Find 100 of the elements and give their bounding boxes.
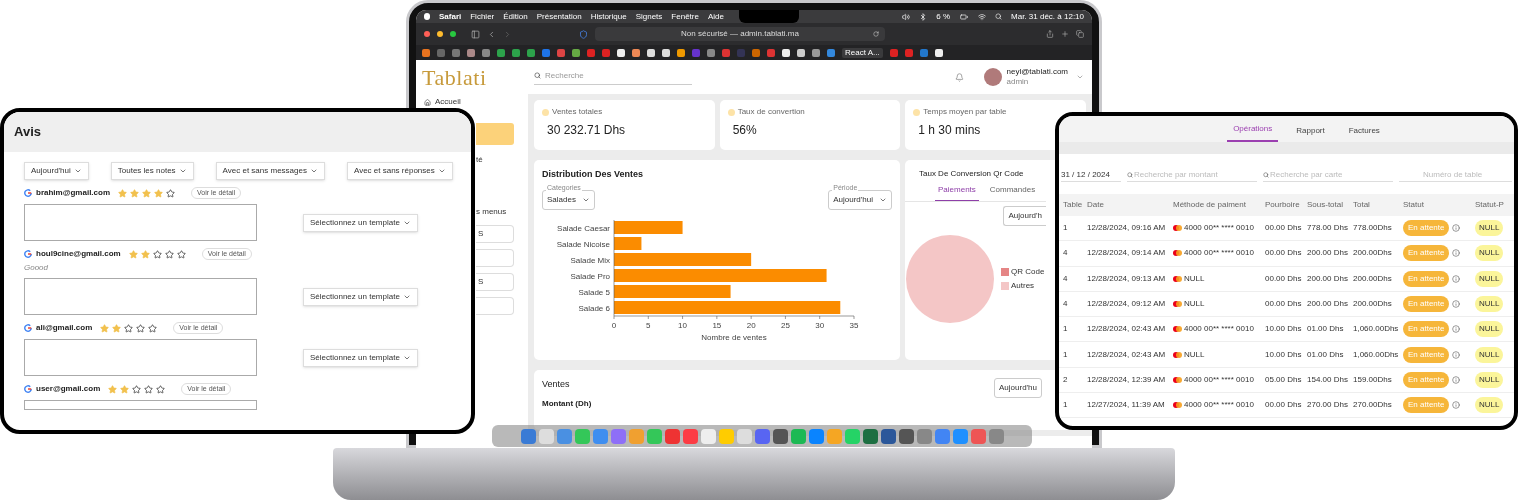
- stat-icon: [727, 108, 735, 116]
- table-cell-text: 200.00 Dhs: [1307, 247, 1349, 260]
- filter-select[interactable]: Aujourd'hui: [24, 162, 89, 180]
- battery-icon[interactable]: [959, 12, 970, 21]
- legend-swatch: [1001, 282, 1009, 290]
- share-icon[interactable]: [1046, 30, 1054, 38]
- template-select[interactable]: Sélectionnez un template: [303, 287, 418, 306]
- stat-icon: [913, 108, 921, 116]
- info-icon[interactable]: [1452, 224, 1461, 233]
- card-brand-icon: [1173, 225, 1182, 232]
- tabs-overview-icon[interactable]: [1076, 30, 1084, 38]
- reply-textarea[interactable]: [24, 400, 257, 410]
- payment-status-badge: NULL: [1475, 220, 1504, 237]
- star-icon: [166, 188, 176, 198]
- bookmark-tab[interactable]: React A...: [842, 47, 883, 58]
- info-icon[interactable]: [1452, 325, 1461, 334]
- column-header: Table: [1063, 199, 1084, 211]
- template-select[interactable]: Sélectionnez un template: [303, 213, 418, 232]
- tab[interactable]: Commandes: [986, 184, 1039, 201]
- bluetooth-icon[interactable]: [919, 12, 928, 21]
- card-brand-icon: [1173, 376, 1182, 383]
- reply-textarea[interactable]: [24, 204, 257, 241]
- filter-select[interactable]: Avec et sans réponses: [346, 162, 453, 180]
- filter-select[interactable]: Avec et sans messages: [215, 162, 325, 180]
- card-brand-icon: [1173, 402, 1182, 409]
- close-window-button[interactable]: [424, 31, 430, 37]
- search-icon[interactable]: [995, 13, 1003, 20]
- clock: Mar. 31 déc. à 12:10: [1011, 12, 1084, 21]
- column-header: Date: [1087, 199, 1105, 211]
- menu-item[interactable]: Aide: [707, 12, 724, 21]
- status-badge: En attente: [1403, 296, 1450, 313]
- info-icon[interactable]: [1452, 274, 1461, 283]
- template-select[interactable]: Sélectionnez un template: [303, 348, 418, 367]
- table-cell-text: 200.00Dhs: [1353, 272, 1393, 285]
- info-icon[interactable]: [1452, 350, 1461, 359]
- info-icon[interactable]: [1452, 300, 1461, 309]
- privacy-icon[interactable]: [579, 29, 588, 39]
- chevron-down-icon[interactable]: [1076, 73, 1084, 81]
- menu-item[interactable]: Présentation: [536, 12, 582, 21]
- reply-textarea[interactable]: [24, 278, 257, 315]
- table-cell-text: 12/28/2024, 09:12 AM: [1087, 298, 1167, 311]
- table-cell-text: 05.00 Dhs: [1265, 373, 1303, 386]
- table-cell-text: 10.00 Dhs: [1265, 323, 1303, 336]
- period-select[interactable]: Aujourd'h: [1003, 206, 1046, 226]
- star-icon: [108, 384, 118, 394]
- star-icon: [120, 384, 130, 394]
- date-field[interactable]: 31 / 12 / 2024: [1061, 169, 1121, 182]
- apple-icon[interactable]: [424, 13, 430, 20]
- user-avatar[interactable]: [983, 68, 1002, 86]
- payment-status-badge: NULL: [1475, 296, 1504, 313]
- table-cell-text: 2: [1063, 373, 1069, 386]
- table-cell-text: 4: [1063, 247, 1069, 260]
- menu-item[interactable]: Fichier: [470, 12, 495, 21]
- table-cell-text: 200.00Dhs: [1353, 247, 1393, 260]
- axis-label: Salade Pro: [570, 271, 610, 281]
- maximize-window-button[interactable]: [450, 31, 456, 37]
- menu-item[interactable]: Historique: [590, 12, 627, 21]
- menu-item[interactable]: Édition: [503, 12, 528, 21]
- status-badge: En attente: [1403, 371, 1450, 388]
- address-bar[interactable]: Non sécurisé — admin.tablati.ma: [595, 27, 885, 41]
- tab[interactable]: Rapport: [1290, 125, 1331, 142]
- table-cell-text: 00.00 Dhs: [1265, 399, 1303, 412]
- tab[interactable]: Paiements: [935, 184, 979, 201]
- payment-status-badge: NULL: [1475, 346, 1504, 363]
- legend-swatch: [1001, 268, 1009, 276]
- minimize-window-button[interactable]: [437, 31, 443, 37]
- info-icon[interactable]: [1452, 249, 1461, 258]
- tab[interactable]: Factures: [1342, 125, 1386, 142]
- filter-select[interactable]: Toutes les notes: [110, 162, 194, 180]
- reply-textarea[interactable]: [24, 339, 257, 376]
- sidebar-icon[interactable]: [471, 29, 480, 39]
- star-icon: [156, 384, 166, 394]
- google-icon: [24, 250, 32, 258]
- review-message: Goood: [24, 262, 50, 274]
- period-select[interactable]: Aujourd'hu: [994, 378, 1042, 398]
- menu-item[interactable]: Fenêtre: [671, 12, 699, 21]
- google-icon: [24, 189, 32, 197]
- info-icon[interactable]: [1452, 401, 1461, 410]
- notification-bell-icon[interactable]: [954, 72, 964, 82]
- table-cell-text: 1: [1063, 222, 1069, 235]
- caret-icon: [437, 167, 446, 175]
- volume-icon[interactable]: [902, 12, 911, 21]
- table-cell-text: 12/28/2024, 09:14 AM: [1087, 247, 1167, 260]
- menu-item[interactable]: Safari: [439, 12, 462, 21]
- sidebar-item[interactable]: Accueil: [424, 97, 463, 107]
- table-cell: NULL: [1184, 272, 1205, 285]
- table-cell: NULL: [1184, 298, 1205, 311]
- info-icon[interactable]: [1452, 375, 1461, 384]
- reload-icon[interactable]: [873, 31, 879, 37]
- star-icon: [140, 249, 150, 259]
- wifi-icon[interactable]: [978, 12, 987, 21]
- tick-label: 30: [815, 320, 825, 330]
- back-icon[interactable]: [487, 29, 496, 39]
- forward-icon[interactable]: [503, 29, 512, 39]
- new-tab-icon[interactable]: [1061, 30, 1069, 38]
- column-header: Pourboire: [1265, 199, 1301, 211]
- star-icon: [144, 384, 154, 394]
- menu-item[interactable]: Signets: [635, 12, 663, 21]
- sidebar-menu-item[interactable]: S: [476, 225, 514, 243]
- sidebar-menu-item[interactable]: S: [476, 273, 514, 291]
